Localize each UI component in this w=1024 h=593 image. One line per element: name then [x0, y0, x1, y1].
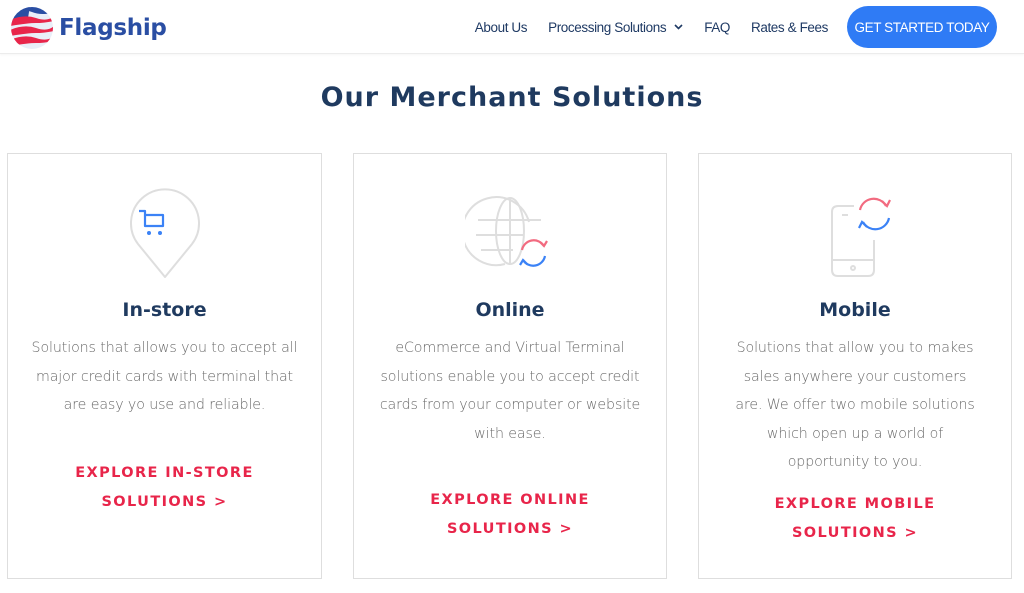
nav-about-us-label: About Us: [474, 19, 528, 35]
page-title: Our Merchant Solutions: [320, 82, 704, 113]
card-description: eCommerce and Virtual Terminal solutions…: [379, 340, 641, 442]
nav-processing-solutions-label: Processing Solutions: [548, 19, 667, 35]
brand-name: Flagship: [59, 15, 167, 41]
card-description: Solutions that allow you to makes sales …: [735, 340, 975, 470]
brand-logo[interactable]: Flagship: [10, 6, 167, 50]
solution-card-online: Online eCommerce and Virtual Terminal so…: [353, 153, 667, 579]
solution-card-in-store: In-store Solutions that allows you to ac…: [7, 153, 322, 579]
chevron-down-icon: [674, 24, 683, 30]
flag-globe-icon: [11, 7, 53, 49]
card-title: Online: [475, 299, 545, 321]
nav-faq-label: FAQ: [704, 19, 730, 35]
card-title: Mobile: [819, 299, 891, 321]
card-description: Solutions that allows you to accept all …: [31, 340, 298, 413]
card-title: In-store: [122, 299, 207, 321]
get-started-button[interactable]: GET STARTED TODAY: [847, 6, 997, 48]
nav-processing-solutions[interactable]: Processing Solutions: [548, 20, 683, 35]
explore-mobile-link[interactable]: EXPLORE MOBILE SOLUTIONS >: [729, 490, 981, 547]
nav-faq[interactable]: FAQ: [704, 20, 730, 35]
solution-card-mobile: Mobile Solutions that allow you to makes…: [698, 153, 1012, 579]
globe-sync-icon: [465, 196, 548, 267]
explore-online-link[interactable]: EXPLORE ONLINE SOLUTIONS >: [384, 486, 636, 543]
shopping-cart-pin-icon: [129, 188, 200, 278]
nav-about-us[interactable]: About Us: [474, 19, 528, 35]
nav-rates-fees[interactable]: Rates & Fees: [751, 20, 828, 35]
nav-rates-fees-label: Rates & Fees: [751, 19, 828, 35]
explore-in-store-link[interactable]: EXPLORE IN-STORE SOLUTIONS >: [38, 459, 291, 516]
site-header: Flagship About Us Processing Solutions F…: [0, 0, 1024, 54]
phone-sync-icon: [831, 197, 891, 277]
main-nav: About Us Processing Solutions FAQ Rates …: [475, 0, 1024, 54]
